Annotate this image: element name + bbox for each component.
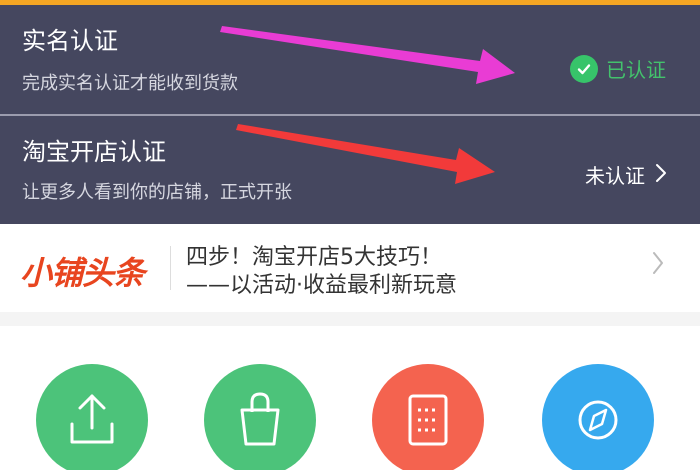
upload-icon[interactable] xyxy=(36,364,148,470)
chevron-right-icon xyxy=(655,163,667,187)
chevron-right-icon[interactable] xyxy=(652,250,664,280)
unverified-status[interactable]: 未认证 xyxy=(585,160,667,189)
verified-status: 已认证 xyxy=(570,54,666,83)
news-headline: 四步！淘宝开店5大技巧！ xyxy=(186,245,442,270)
shopping-bag-icon[interactable] xyxy=(204,364,316,470)
document-icon[interactable] xyxy=(372,364,484,470)
row-title: 实名认证 xyxy=(22,27,118,55)
news-separator xyxy=(170,246,171,290)
check-circle-icon xyxy=(570,54,598,83)
row-title: 淘宝开店认证 xyxy=(22,138,166,166)
news-ticker-bar[interactable]: 小铺头条 四步！淘宝开店5大技巧！ ——以活动·收益最利新玩意 xyxy=(0,224,700,312)
news-subline: ——以活动·收益最利新玩意 xyxy=(186,273,457,294)
news-logo: 小铺头条 xyxy=(20,254,145,292)
real-name-verification-row[interactable]: 实名认证 完成实名认证才能收到货款 已认证 xyxy=(0,5,700,115)
row-description: 让更多人看到你的店铺，正式开张 xyxy=(22,182,292,203)
news-text-window: 四步！淘宝开店5大技巧！ ——以活动·收益最利新玩意 xyxy=(186,244,616,294)
unverified-status-text: 未认证 xyxy=(585,164,645,188)
row-description: 完成实名认证才能收到货款 xyxy=(22,73,238,94)
compass-icon[interactable] xyxy=(542,364,654,470)
verified-status-text: 已认证 xyxy=(606,58,666,82)
